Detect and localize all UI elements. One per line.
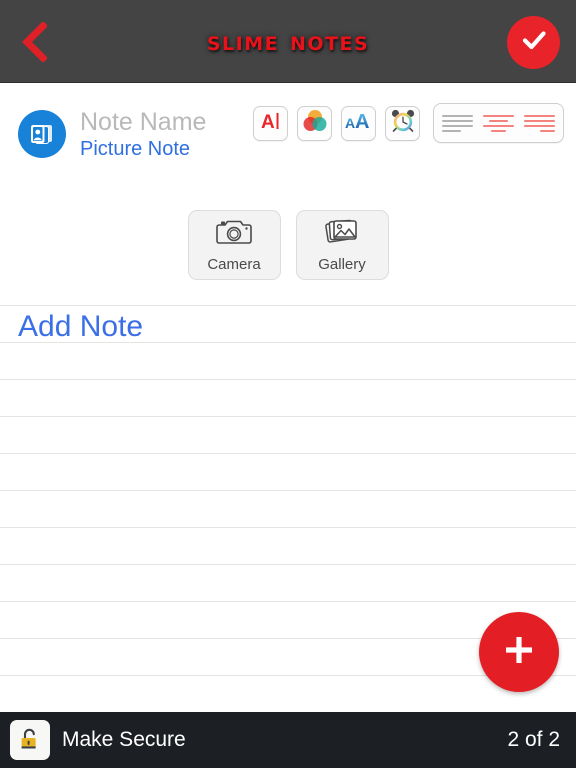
make-secure-button[interactable]: Make Secure	[10, 720, 186, 760]
color-picker-button[interactable]	[297, 105, 332, 141]
text-color-icon: A	[259, 109, 283, 138]
image-source-row: Camera Gallery	[0, 185, 576, 305]
app-header: Slime Notes	[0, 0, 576, 83]
camera-button-label: Camera	[207, 256, 261, 273]
bottom-bar: Make Secure 2 of 2	[0, 712, 576, 768]
app-root: Slime Notes Picture Note	[0, 0, 576, 768]
note-body	[0, 305, 576, 712]
svg-text:A: A	[355, 111, 369, 133]
picture-stack-icon	[18, 110, 66, 158]
svg-text:A: A	[261, 112, 275, 133]
check-icon	[518, 24, 550, 61]
make-secure-label: Make Secure	[62, 728, 186, 751]
back-button[interactable]	[6, 14, 62, 70]
page-counter: 2 of 2	[507, 728, 560, 751]
gallery-icon	[325, 217, 359, 252]
align-left-icon[interactable]	[437, 106, 478, 140]
format-toolbar: A A A	[253, 103, 564, 143]
page-title: Slime Notes	[0, 0, 576, 82]
confirm-save-button[interactable]	[507, 16, 560, 69]
note-meta-row: Picture Note A	[0, 83, 576, 185]
reminder-button[interactable]	[385, 105, 420, 141]
camera-button[interactable]: Camera	[187, 210, 281, 280]
align-right-icon[interactable]	[519, 106, 560, 140]
plus-icon	[499, 630, 539, 675]
note-text-input[interactable]	[18, 308, 558, 712]
chevron-left-icon	[21, 22, 47, 62]
add-page-fab[interactable]	[479, 612, 559, 692]
font-size-icon: A A	[345, 109, 373, 138]
color-wheel-icon	[302, 108, 328, 139]
app-title-text: Slime Notes	[206, 25, 370, 57]
alarm-clock-icon	[390, 108, 416, 139]
gallery-button-label: Gallery	[318, 256, 366, 273]
svg-text:A: A	[345, 115, 355, 131]
align-center-icon[interactable]	[478, 106, 519, 140]
text-color-button[interactable]: A	[253, 105, 288, 141]
unlocked-padlock-icon	[10, 720, 50, 760]
font-size-button[interactable]: A A	[341, 105, 376, 141]
gallery-button[interactable]: Gallery	[295, 210, 389, 280]
text-align-group	[433, 103, 564, 143]
camera-icon	[216, 217, 252, 252]
